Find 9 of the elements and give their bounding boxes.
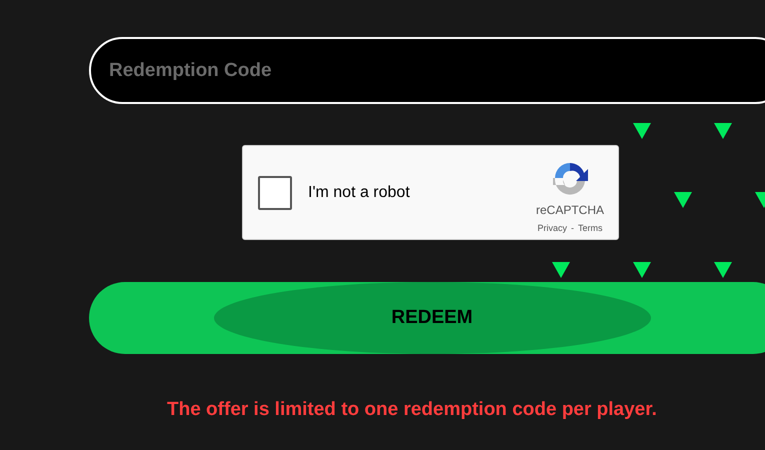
privacy-link[interactable]: Privacy	[537, 222, 567, 236]
captcha-checkbox[interactable]	[258, 176, 292, 210]
offer-notice: The offer is limited to one redemption code per player.	[167, 398, 658, 422]
captcha-label: I'm not a robot	[308, 182, 410, 202]
terms-link[interactable]: Terms	[578, 222, 602, 236]
redeem-button[interactable]: REDEEM	[89, 282, 765, 354]
code-input-field[interactable]: Redemption Code	[89, 37, 765, 104]
recaptcha-brand: reCAPTCHA	[536, 202, 604, 220]
separator-text: -	[571, 222, 574, 236]
